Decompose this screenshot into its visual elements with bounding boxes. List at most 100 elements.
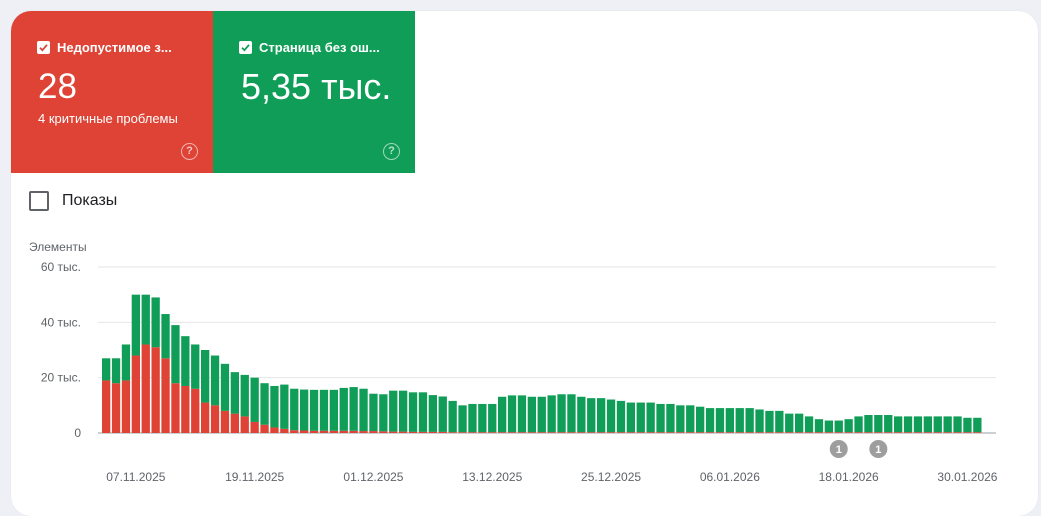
invalid-bar <box>102 380 111 433</box>
invalid-bar <box>151 347 160 433</box>
valid-bar <box>230 372 239 414</box>
invalid-bar <box>814 432 824 433</box>
invalid-bar <box>448 432 457 433</box>
invalid-bar <box>735 432 744 433</box>
valid-bar <box>745 408 754 433</box>
invalid-bar <box>359 431 368 433</box>
valid-bar <box>874 415 883 433</box>
valid-bar <box>666 403 675 433</box>
valid-bar <box>102 358 111 381</box>
invalid-bar <box>458 432 467 433</box>
invalid-bar <box>300 430 309 433</box>
invalid-bar <box>547 432 556 433</box>
valid-bar <box>488 403 497 433</box>
valid-bar <box>319 389 329 431</box>
x-tick-label: 25.12.2025 <box>581 470 641 484</box>
x-tick-label: 06.01.2026 <box>700 470 760 484</box>
annotation-label: 1 <box>836 444 842 456</box>
invalid-bar <box>379 431 388 433</box>
valid-bar <box>646 402 655 433</box>
invalid-bar <box>339 430 348 433</box>
valid-bar <box>696 406 705 433</box>
valid-bar <box>517 395 527 433</box>
valid-bar <box>458 405 467 433</box>
invalid-bar <box>349 430 358 433</box>
invalid-bar <box>478 432 487 433</box>
valid-bar <box>191 344 200 389</box>
invalid-bar <box>646 432 655 433</box>
valid-bar <box>636 402 645 433</box>
invalid-bar <box>240 416 249 433</box>
valid-bar <box>379 394 388 432</box>
invalid-bar <box>280 428 289 433</box>
invalid-bar <box>220 410 230 433</box>
valid-bar <box>953 416 962 433</box>
invalid-bar <box>943 432 952 433</box>
valid-bar <box>181 336 190 386</box>
invalid-bar <box>161 358 170 433</box>
valid-bar <box>527 396 536 433</box>
valid-bar <box>963 417 972 433</box>
invalid-bar <box>597 432 606 433</box>
valid-bar <box>280 384 289 429</box>
invalid-bar <box>557 432 566 433</box>
invalid-bar <box>775 432 784 433</box>
valid-bar <box>537 396 546 433</box>
invalid-bar <box>864 432 873 433</box>
invalid-bar <box>785 432 794 433</box>
invalid-bar <box>319 430 329 433</box>
invalid-bar <box>804 432 814 433</box>
valid-bar <box>240 374 249 417</box>
valid-bar <box>913 416 923 433</box>
valid-bar <box>428 395 437 432</box>
valid-bar <box>606 399 616 433</box>
valid-bar <box>210 355 220 406</box>
valid-bar <box>389 390 398 432</box>
invalid-bar <box>498 432 507 433</box>
valid-bar <box>973 417 982 433</box>
valid-bar <box>201 350 210 403</box>
x-tick-label: 07.11.2025 <box>106 470 165 484</box>
invalid-bar <box>626 432 635 433</box>
y-tick-label: 20 тыс. <box>41 371 81 385</box>
invalid-bar <box>606 432 616 433</box>
invalid-bar <box>884 432 893 433</box>
invalid-bar <box>913 432 923 433</box>
invalid-bar <box>577 432 586 433</box>
valid-bar <box>399 390 408 432</box>
valid-bar <box>903 416 913 433</box>
invalid-bar <box>715 432 725 433</box>
invalid-bar <box>517 432 527 433</box>
invalid-bar <box>408 431 418 433</box>
valid-bar <box>656 403 665 433</box>
invalid-bar <box>834 432 843 433</box>
invalid-bar <box>131 355 140 433</box>
valid-bar <box>894 416 903 433</box>
valid-bar <box>171 325 180 384</box>
invalid-bar <box>755 432 764 433</box>
y-tick-label: 60 тыс. <box>41 260 81 274</box>
valid-bar <box>339 387 348 431</box>
invalid-bar <box>250 421 259 433</box>
invalid-bar <box>963 432 972 433</box>
valid-bar <box>626 402 635 433</box>
invalid-bar <box>587 432 596 433</box>
invalid-bar <box>191 388 200 433</box>
valid-bar <box>775 410 784 433</box>
valid-bar <box>755 409 764 433</box>
valid-bar <box>923 416 932 433</box>
invalid-bar <box>201 402 210 433</box>
valid-bar <box>765 410 774 433</box>
valid-bar <box>151 297 160 348</box>
invalid-bar <box>210 405 220 433</box>
valid-bar <box>438 396 447 432</box>
invalid-bar <box>428 431 437 433</box>
valid-bar <box>161 314 170 359</box>
invalid-bar <box>725 432 734 433</box>
valid-bar <box>844 419 853 433</box>
invalid-bar <box>824 432 833 433</box>
invalid-bar <box>923 432 932 433</box>
annotation-label: 1 <box>875 444 881 456</box>
valid-bar <box>943 416 952 433</box>
invalid-bar <box>894 432 903 433</box>
